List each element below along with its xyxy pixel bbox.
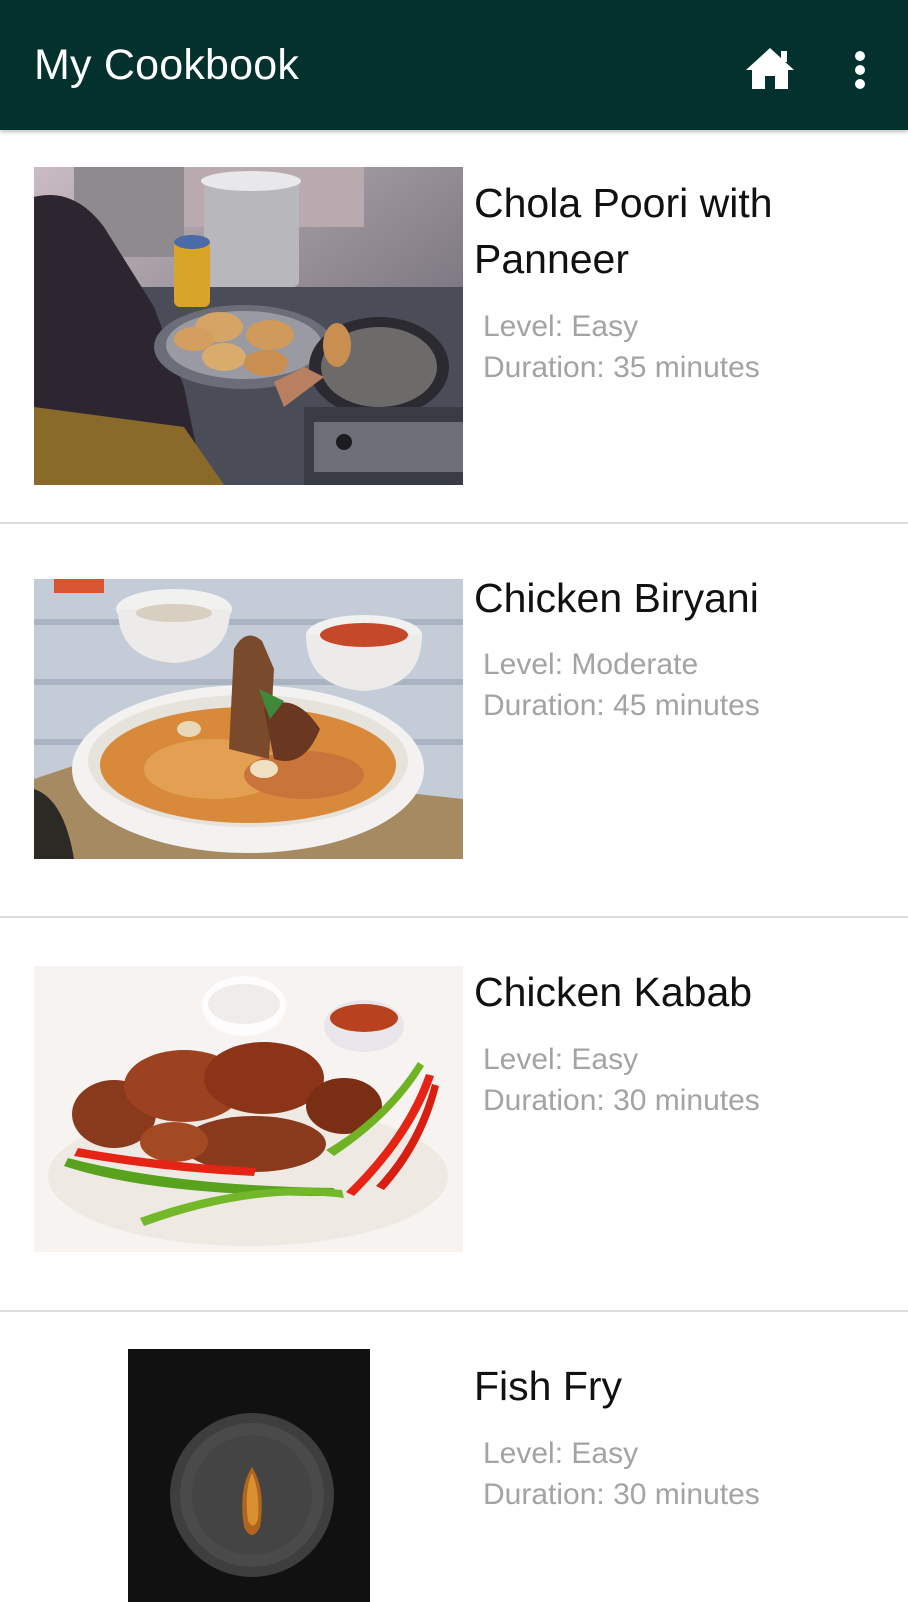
recipe-list: Chola Poori with Panneer Level: Easy Dur… (0, 130, 908, 1602)
app-title: My Cookbook (34, 41, 300, 89)
recipe-level: Level: Easy (483, 1437, 639, 1470)
home-button[interactable] (742, 42, 798, 94)
chicken-biryani-photo (34, 579, 463, 859)
more-options-button[interactable] (842, 44, 878, 96)
recipe-title: Chicken Kabab (474, 969, 753, 1015)
recipe-title: Chola Poori with Panneer (474, 180, 773, 282)
app-bar: My Cookbook (0, 0, 908, 130)
recipe-item[interactable]: Chola Poori with Panneer Level: Easy Dur… (0, 130, 908, 524)
recipe-title: Chicken Biryani (474, 575, 759, 621)
recipe-duration: Duration: 30 minutes (483, 1084, 760, 1117)
recipe-duration: Duration: 30 minutes (483, 1478, 760, 1511)
chicken-kabab-photo (34, 966, 463, 1252)
home-icon (746, 48, 794, 89)
recipe-duration: Duration: 45 minutes (483, 689, 760, 722)
recipe-level: Level: Easy (483, 310, 639, 343)
fish-fry-photo (128, 1349, 370, 1602)
recipe-title: Fish Fry (474, 1363, 623, 1409)
chola-poori-photo (34, 167, 463, 485)
recipe-duration: Duration: 35 minutes (483, 351, 760, 384)
recipe-item[interactable]: Chicken Kabab Level: Easy Duration: 30 m… (0, 918, 908, 1312)
recipe-item[interactable]: Fish Fry Level: Easy Duration: 30 minute… (0, 1312, 908, 1602)
more-vert-icon (855, 51, 865, 89)
recipe-level: Level: Easy (483, 1043, 639, 1076)
recipe-item[interactable]: Chicken Biryani Level: Moderate Duration… (0, 524, 908, 918)
recipe-level: Level: Moderate (483, 648, 699, 681)
